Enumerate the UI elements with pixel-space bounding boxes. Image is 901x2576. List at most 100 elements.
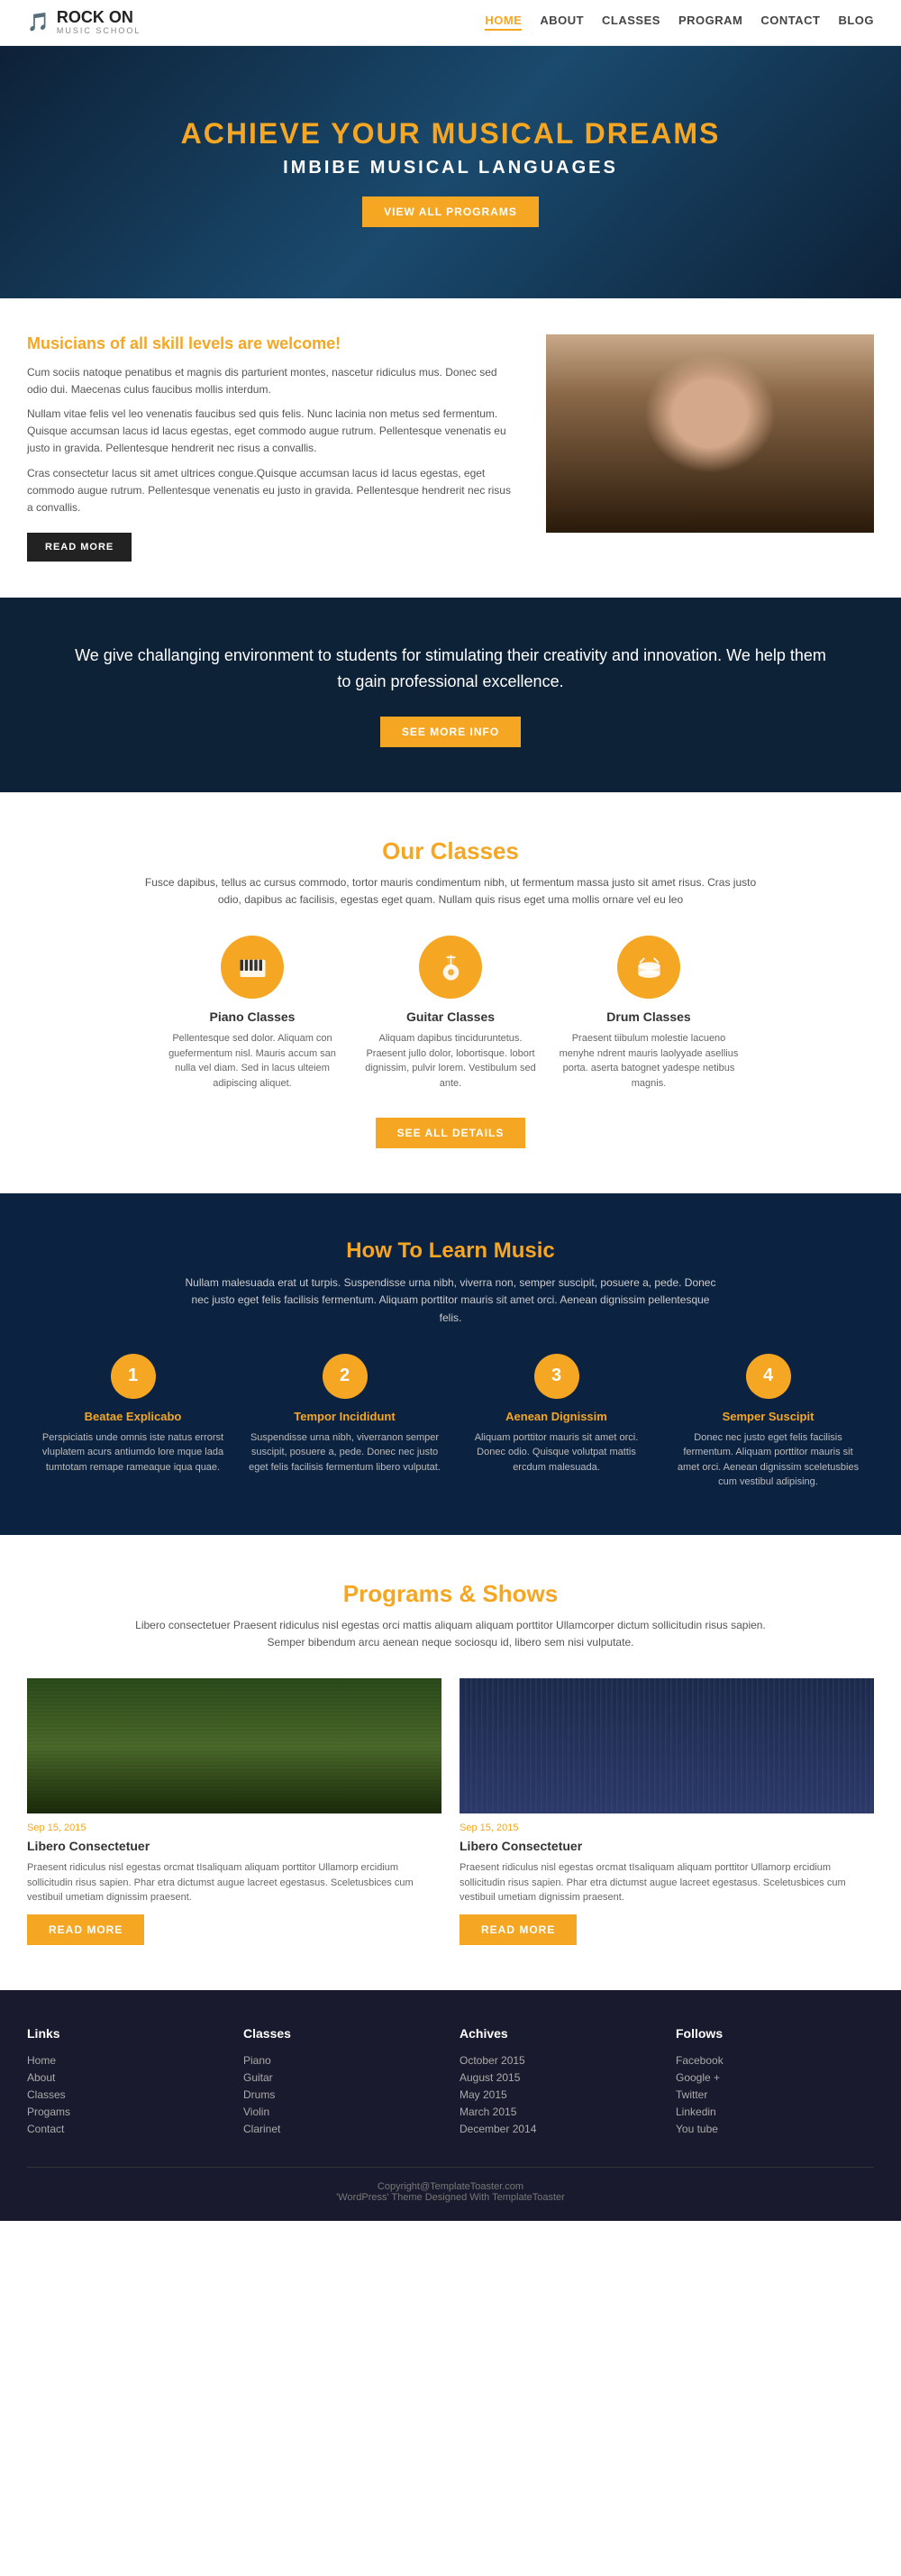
class-card-drum: Drum Classes Praesent tiibulum molestie … (559, 936, 739, 1091)
step-3-num: 3 (534, 1354, 579, 1399)
step-3: 3 Aenean Dignissim Aliquam porttitor mau… (460, 1354, 653, 1490)
class-card-guitar: Guitar Classes Aliquam dapibus tinciduru… (360, 936, 541, 1091)
logo-main: ROCK ON (57, 9, 141, 27)
piano-icon (221, 936, 284, 999)
guitar-class-desc: Aliquam dapibus tinciduruntetus. Praesen… (360, 1031, 541, 1091)
program-title-2: Libero Consectetuer (460, 1839, 874, 1853)
step-1-title: Beatae Explicabo (36, 1410, 230, 1423)
guitar-icon (419, 936, 482, 999)
footer-bottom: Copyright@TemplateToaster.com 'WordPress… (27, 2167, 874, 2203)
footer-col-links: Links Home About Classes Progams Contact (27, 2026, 225, 2140)
program-read-more-1[interactable]: READ MORE (27, 1914, 144, 1945)
step-4-title: Semper Suscipit (671, 1410, 865, 1423)
programs-section: Programs & Shows Libero consectetuer Pra… (0, 1535, 901, 1990)
learn-section: How To Learn Music Nullam malesuada erat… (0, 1193, 901, 1535)
main-nav: HOME ABOUT CLASSES PROGRAM CONTACT BLOG (485, 14, 874, 31)
footer-copyright: Copyright@TemplateToaster.com (378, 2181, 523, 2192)
nav-contact[interactable]: CONTACT (760, 14, 820, 31)
program-date-1: Sep 15, 2015 (27, 1822, 441, 1833)
hero-cta-button[interactable]: VIEW ALL PROGRAMS (362, 196, 539, 227)
step-4-num: 4 (746, 1354, 791, 1399)
step-2-desc: Suspendisse urna nibh, viverranon semper… (248, 1430, 441, 1475)
nav-blog[interactable]: BLOG (838, 14, 874, 31)
footer-archive-dec[interactable]: December 2014 (460, 2123, 658, 2135)
footer-link-contact[interactable]: Contact (27, 2123, 225, 2135)
step-4-desc: Donec nec justo eget felis facilisis fer… (671, 1430, 865, 1490)
drum-class-title: Drum Classes (559, 1009, 739, 1024)
learn-desc: Nullam malesuada erat ut turpis. Suspend… (180, 1274, 721, 1327)
programs-grid: Sep 15, 2015 Libero Consectetuer Praesen… (27, 1678, 874, 1945)
footer-class-clarinet[interactable]: Clarinet (243, 2123, 441, 2135)
footer-archive-mar[interactable]: March 2015 (460, 2106, 658, 2118)
footer-social-linkedin[interactable]: Linkedin (676, 2106, 874, 2118)
classes-grid: Piano Classes Pellentesque sed dolor. Al… (27, 936, 874, 1091)
learn-heading: How To Learn Music (36, 1238, 865, 1264)
program-date-2: Sep 15, 2015 (460, 1822, 874, 1833)
logo-sub: MUSIC SCHOOL (57, 27, 141, 36)
step-1-desc: Perspiciatis unde omnis iste natus error… (36, 1430, 230, 1475)
about-para-1: Cum sociis natoque penatibus et magnis d… (27, 364, 519, 398)
footer-link-about[interactable]: About (27, 2071, 225, 2084)
footer-class-piano[interactable]: Piano (243, 2054, 441, 2067)
footer-link-home[interactable]: Home (27, 2054, 225, 2067)
site-header: 🎵 ROCK ON MUSIC SCHOOL HOME ABOUT CLASSE… (0, 0, 901, 46)
footer-follows-heading: Follows (676, 2026, 874, 2041)
footer-col-follows: Follows Facebook Google + Twitter Linked… (676, 2026, 874, 2140)
quote-cta-button[interactable]: SEE MORE INFO (380, 717, 521, 747)
footer-social-facebook[interactable]: Facebook (676, 2054, 874, 2067)
learn-steps: 1 Beatae Explicabo Perspiciatis unde omn… (36, 1354, 865, 1490)
nav-classes[interactable]: CLASSES (602, 14, 660, 31)
footer-archive-may[interactable]: May 2015 (460, 2088, 658, 2101)
footer-archive-aug[interactable]: August 2015 (460, 2071, 658, 2084)
hero-section: ACHIEVE YOUR MUSICAL DREAMS IMBIBE MUSIC… (0, 46, 901, 298)
footer-social-google[interactable]: Google + (676, 2071, 874, 2084)
step-2-title: Tempor Incididunt (248, 1410, 441, 1423)
programs-heading: Programs & Shows (27, 1580, 874, 1608)
step-3-desc: Aliquam porttitor mauris sit amet orci. … (460, 1430, 653, 1475)
program-text-1: Praesent ridiculus nisl egestas orcmat t… (27, 1860, 441, 1905)
footer-link-classes[interactable]: Classes (27, 2088, 225, 2101)
about-heading: Musicians of all skill levels are welcom… (27, 334, 519, 353)
program-image-2 (460, 1678, 874, 1813)
program-image-1 (27, 1678, 441, 1813)
classes-heading: Our Classes (27, 837, 874, 865)
footer-class-guitar[interactable]: Guitar (243, 2071, 441, 2084)
footer-link-programs[interactable]: Progams (27, 2106, 225, 2118)
hero-title: ACHIEVE YOUR MUSICAL DREAMS (181, 117, 721, 151)
classes-details-button[interactable]: SEE ALL DETAILS (376, 1118, 526, 1148)
quote-text: We give challanging environment to stude… (72, 643, 829, 695)
step-4: 4 Semper Suscipit Donec nec justo eget f… (671, 1354, 865, 1490)
program-read-more-2[interactable]: READ MORE (460, 1914, 577, 1945)
footer-social-twitter[interactable]: Twitter (676, 2088, 874, 2101)
footer-class-violin[interactable]: Violin (243, 2106, 441, 2118)
about-para-3: Cras consectetur lacus sit amet ultrices… (27, 465, 519, 517)
logo-icon: 🎵 (27, 11, 50, 33)
logo: 🎵 ROCK ON MUSIC SCHOOL (27, 9, 141, 36)
footer-archive-oct[interactable]: October 2015 (460, 2054, 658, 2067)
footer-wordpress: 'WordPress' Theme Designed With Template… (336, 2192, 565, 2203)
step-2: 2 Tempor Incididunt Suspendisse urna nib… (248, 1354, 441, 1490)
nav-program[interactable]: PROGRAM (678, 14, 742, 31)
guitar-class-title: Guitar Classes (360, 1009, 541, 1024)
logo-text: ROCK ON MUSIC SCHOOL (57, 9, 141, 36)
program-card-1: Sep 15, 2015 Libero Consectetuer Praesen… (27, 1678, 441, 1945)
footer-social-youtube[interactable]: You tube (676, 2123, 874, 2135)
about-image (546, 334, 874, 562)
footer-col-archives: Achives October 2015 August 2015 May 201… (460, 2026, 658, 2140)
footer-class-drums[interactable]: Drums (243, 2088, 441, 2101)
site-footer: Links Home About Classes Progams Contact… (0, 1990, 901, 2221)
drum-icon (617, 936, 680, 999)
footer-archives-heading: Achives (460, 2026, 658, 2041)
program-text-2: Praesent ridiculus nisl egestas orcmat t… (460, 1860, 874, 1905)
footer-links-heading: Links (27, 2026, 225, 2041)
about-para-2: Nullam vitae felis vel leo venenatis fau… (27, 406, 519, 458)
program-card-2: Sep 15, 2015 Libero Consectetuer Praesen… (460, 1678, 874, 1945)
footer-grid: Links Home About Classes Progams Contact… (27, 2026, 874, 2140)
class-card-piano: Piano Classes Pellentesque sed dolor. Al… (162, 936, 342, 1091)
nav-home[interactable]: HOME (485, 14, 522, 31)
nav-about[interactable]: ABOUT (540, 14, 584, 31)
step-2-num: 2 (323, 1354, 368, 1399)
about-read-more-button[interactable]: READ MORE (27, 533, 132, 562)
classes-desc: Fusce dapibus, tellus ac cursus commodo,… (135, 874, 766, 909)
program-title-1: Libero Consectetuer (27, 1839, 441, 1853)
